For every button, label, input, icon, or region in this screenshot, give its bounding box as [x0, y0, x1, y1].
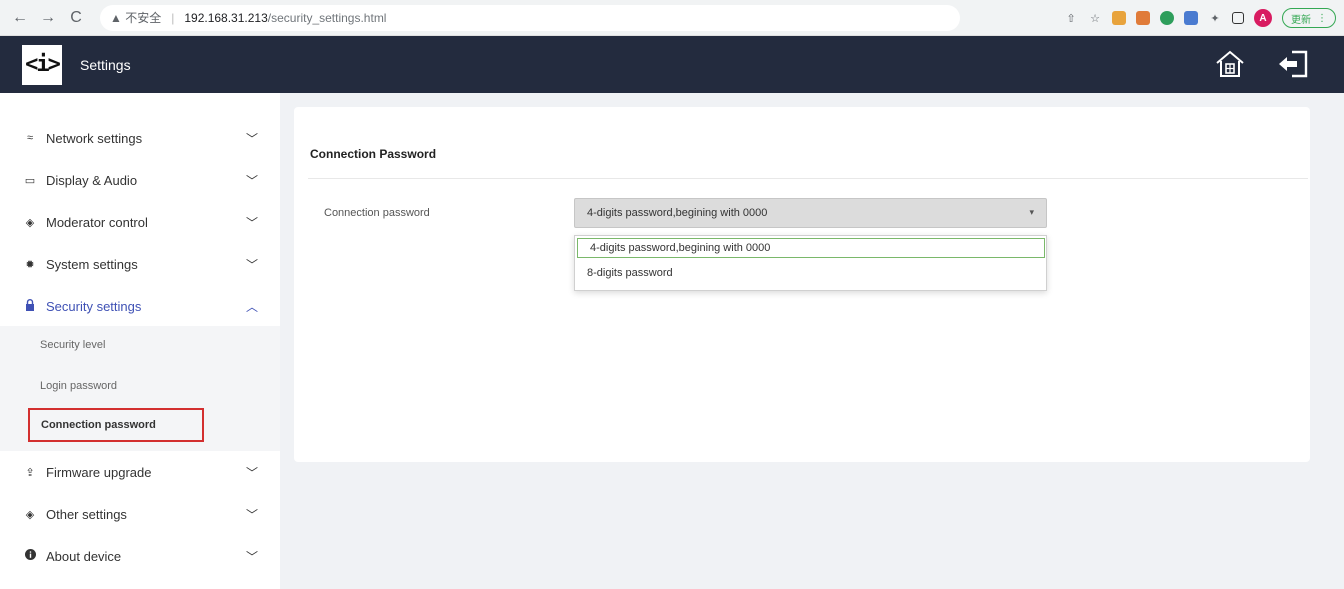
page-title: Settings — [80, 56, 131, 73]
chevron-down-icon[interactable]: ﹀ — [246, 130, 258, 147]
sidebar-item-label: About device — [46, 548, 122, 564]
sidebar-item-label: Moderator control — [46, 214, 148, 230]
app-logo: <i> — [22, 44, 62, 85]
option-4-digits[interactable]: 4-digits password,begining with 0000 — [577, 238, 1045, 258]
security-warning[interactable]: ▲ 不安全 — [110, 9, 161, 26]
sidebar-item-firmware-upgrade[interactable]: ⇪ Firmware upgrade ﹀ — [0, 451, 280, 493]
sidebar-item-display-audio[interactable]: ▭ Display & Audio ﹀ — [0, 159, 280, 201]
address-separator: | — [171, 10, 175, 25]
connection-password-label: Connection password — [324, 207, 430, 219]
chevron-down-icon[interactable]: ﹀ — [246, 256, 258, 273]
url-host: 192.168.31.213 — [184, 10, 268, 25]
sidebar-item-label: System settings — [46, 256, 138, 272]
diamond-icon: ◈ — [25, 508, 35, 521]
update-button[interactable]: 更新 ⋮ — [1282, 8, 1336, 28]
profile-avatar[interactable]: A — [1254, 9, 1272, 27]
extension-icon[interactable] — [1184, 11, 1198, 25]
upload-icon: ⇪ — [25, 466, 35, 479]
diamond-icon: ◈ — [25, 216, 35, 229]
extension-icon[interactable] — [1160, 11, 1174, 25]
url-path: /security_settings.html — [267, 10, 387, 25]
chevron-up-icon[interactable]: ︿ — [246, 298, 258, 315]
gear-icon: ✹ — [25, 258, 35, 271]
sidebar: ≈ Network settings ﹀ ▭ Display & Audio ﹀… — [0, 93, 280, 589]
header-actions — [1214, 49, 1310, 79]
reload-icon[interactable]: C — [64, 6, 88, 30]
sidebar-item-network-settings[interactable]: ≈ Network settings ﹀ — [0, 117, 280, 159]
menu-dots-icon: ⋮ — [1317, 12, 1327, 24]
wifi-icon: ≈ — [26, 132, 34, 144]
sidebar-item-security-settings[interactable]: Security settings ︿ — [0, 285, 280, 327]
browser-toolbar: ← → C ▲ 不安全 | 192.168.31.213/security_se… — [0, 0, 1344, 36]
main-content: Connection Password Connection password … — [280, 93, 1344, 589]
extension-icon[interactable] — [1112, 11, 1126, 25]
submenu-item-login-password[interactable]: Login password — [40, 380, 117, 392]
address-bar[interactable]: ▲ 不安全 | 192.168.31.213/security_settings… — [100, 4, 960, 31]
extensions-area: ⇧ ☆ ✦ A 更新 ⋮ — [1064, 5, 1336, 31]
connection-password-options: 4-digits password,begining with 0000 8-d… — [574, 235, 1047, 291]
chevron-down-icon[interactable]: ﹀ — [246, 214, 258, 231]
lock-icon — [22, 298, 38, 314]
settings-card: Connection Password Connection password … — [294, 107, 1310, 462]
side-panel-icon[interactable] — [1232, 12, 1244, 24]
chevron-down-icon[interactable]: ﹀ — [246, 464, 258, 481]
monitor-icon: ▭ — [24, 174, 36, 187]
share-icon[interactable]: ⇧ — [1064, 11, 1078, 25]
app-header: <i> Settings — [0, 36, 1344, 93]
sidebar-item-about-device[interactable]: About device ﹀ — [0, 535, 280, 577]
sidebar-item-other-settings[interactable]: ◈ Other settings ﹀ — [0, 493, 280, 535]
sidebar-item-moderator-control[interactable]: ◈ Moderator control ﹀ — [0, 201, 280, 243]
extension-icon[interactable] — [1136, 11, 1150, 25]
submenu-item-security-level[interactable]: Security level — [40, 339, 105, 351]
sidebar-item-system-settings[interactable]: ✹ System settings ﹀ — [0, 243, 280, 285]
option-8-digits[interactable]: 8-digits password — [575, 262, 1048, 284]
chevron-down-icon[interactable]: ﹀ — [246, 506, 258, 523]
security-submenu: Security level Login password Connection… — [0, 326, 280, 451]
chevron-down-icon[interactable]: ﹀ — [246, 548, 258, 565]
sidebar-item-label: Display & Audio — [46, 172, 138, 188]
submenu-item-connection-password[interactable]: Connection password — [28, 408, 204, 442]
card-divider — [308, 178, 1308, 179]
puzzle-icon[interactable]: ✦ — [1208, 11, 1222, 25]
caret-down-icon: ▾ — [1029, 207, 1034, 217]
sidebar-item-label: Network settings — [46, 130, 143, 146]
chevron-down-icon[interactable]: ﹀ — [246, 172, 258, 189]
connection-password-select[interactable]: 4-digits password,begining with 0000 ▾ — [574, 198, 1047, 228]
info-icon — [22, 549, 38, 563]
sidebar-item-label: Other settings — [46, 506, 127, 522]
forward-icon[interactable]: → — [36, 6, 60, 30]
home-icon[interactable] — [1214, 49, 1246, 79]
back-icon[interactable]: ← — [8, 6, 32, 30]
logout-icon[interactable] — [1276, 49, 1310, 79]
select-value: 4-digits password,begining with 0000 — [587, 207, 768, 219]
sidebar-item-label: Security settings — [46, 298, 142, 314]
bookmark-star-icon[interactable]: ☆ — [1088, 11, 1102, 25]
sidebar-item-label: Firmware upgrade — [46, 464, 152, 480]
card-title: Connection Password — [310, 147, 437, 161]
update-label: 更新 — [1291, 14, 1311, 26]
